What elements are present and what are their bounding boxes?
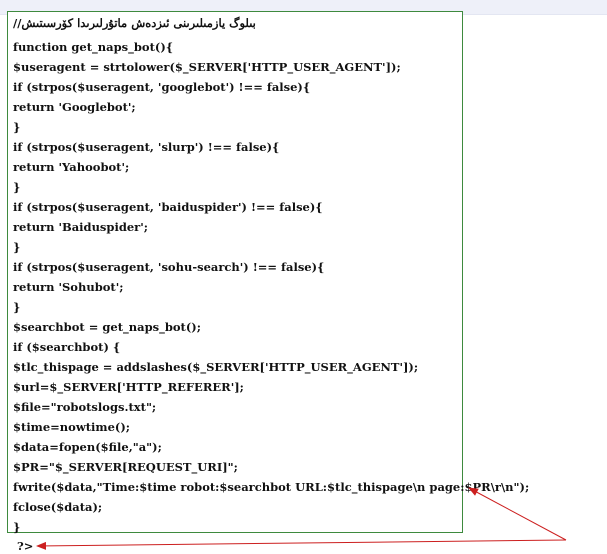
- annotation-arrows: [36, 487, 567, 550]
- arrow-to-closing-tag: [36, 539, 567, 550]
- arrow-to-fwrite-line: [468, 487, 567, 541]
